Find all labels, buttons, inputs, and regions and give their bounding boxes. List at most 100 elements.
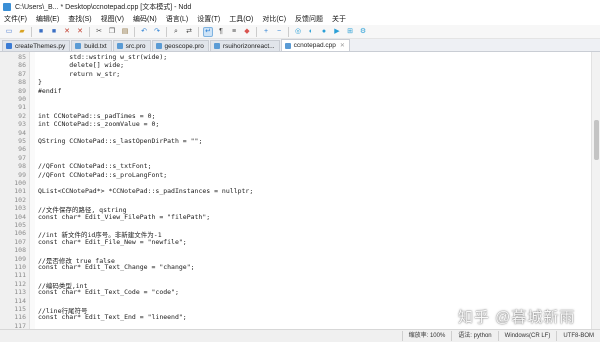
tab-label: rsuihorizonreact... xyxy=(222,42,275,50)
line-number: 102 xyxy=(14,195,26,204)
tab-file[interactable]: build.txt xyxy=(71,40,112,51)
file-icon xyxy=(284,42,291,49)
encoding-icon[interactable]: ⊞ xyxy=(345,27,355,37)
code-line[interactable]: QList<CCNotePad*> *CCNotePad::s_padInsta… xyxy=(38,187,253,195)
menu-item[interactable]: 编码(N) xyxy=(133,14,157,24)
line-number: 116 xyxy=(14,313,26,322)
tab-file[interactable]: src.pro xyxy=(112,40,151,51)
line-number: 91 xyxy=(18,103,26,112)
find-icon[interactable]: ⌕ xyxy=(171,27,181,37)
menu-item[interactable]: 编辑(E) xyxy=(36,14,59,24)
code-editor[interactable]: 85 std::wstring w_str(wide); 86 delete[] … xyxy=(0,52,600,330)
menu-item[interactable]: 文件(F) xyxy=(4,14,27,24)
tab-file[interactable]: createThemes.py xyxy=(2,40,71,51)
tab-label: ccnotepad.cpp xyxy=(293,42,336,49)
zoom-out-icon[interactable]: − xyxy=(274,27,284,37)
title-bar: C:\Users\_B... * Desktop\ccnotepad.cpp [… xyxy=(0,0,600,13)
scrollbar-thumb[interactable] xyxy=(594,120,599,160)
line-number: 87 xyxy=(18,69,26,78)
line-number: 95 xyxy=(18,137,26,145)
status-zoom: 缩放率: 100% xyxy=(401,331,452,341)
code-line[interactable]: const char* Edit_Text_End = "lineend"; xyxy=(38,313,187,321)
line-number: 115 xyxy=(14,305,26,313)
line-number: 107 xyxy=(14,237,26,246)
status-language[interactable]: 语法: python xyxy=(451,331,497,341)
file-icon xyxy=(75,43,82,49)
tab-close-icon[interactable]: ✕ xyxy=(340,42,345,49)
status-line-ending[interactable]: Windows(CR LF) xyxy=(497,331,557,341)
close-all-icon[interactable]: ✕ xyxy=(75,27,85,37)
app-icon xyxy=(3,2,11,11)
code-line[interactable]: const char* Edit_Text_Change = "change"; xyxy=(38,263,195,271)
tab-file[interactable]: rsuihorizonreact... xyxy=(209,40,280,51)
bookmark-icon[interactable]: ◆ xyxy=(242,27,252,37)
tab-file[interactable]: ccnotepad.cpp ✕ xyxy=(280,39,350,51)
paste-icon[interactable]: ▤ xyxy=(120,27,130,37)
wrap-icon[interactable]: ↵ xyxy=(203,26,213,37)
watermark: 知乎 @暮城新雨 xyxy=(458,309,576,326)
sync-scroll-icon[interactable]: ◎ xyxy=(293,27,303,37)
status-encoding[interactable]: UTF8-BOM xyxy=(556,331,600,341)
save-all-icon[interactable]: ■ xyxy=(49,27,59,37)
code-line[interactable]: return w_str; xyxy=(38,70,120,78)
replace-icon[interactable]: ⇄ xyxy=(184,27,194,37)
menu-item[interactable]: 查找(S) xyxy=(68,14,91,24)
code-line[interactable]: //QFont CCNotePad::s_proLangFont; xyxy=(38,171,167,179)
tab-file[interactable]: geoscope.pro xyxy=(151,40,209,51)
code-line[interactable]: const char* Edit_View_FilePath = "filePa… xyxy=(38,213,210,221)
macro-record-icon[interactable]: ● xyxy=(319,27,329,37)
code-line[interactable]: //QFont CCNotePad::s_txtFont; xyxy=(38,162,152,170)
zoom-in-icon[interactable]: + xyxy=(261,27,271,37)
vertical-scrollbar[interactable] xyxy=(591,52,600,329)
menu-item[interactable]: 工具(O) xyxy=(229,14,253,24)
line-number: 103 xyxy=(14,204,26,213)
file-icon xyxy=(155,43,162,49)
menu-item[interactable]: 对比(C) xyxy=(262,14,286,24)
code-line[interactable]: delete[] wide; xyxy=(38,61,124,69)
menu-item[interactable]: 反馈问题 xyxy=(295,14,323,24)
line-number: 90 xyxy=(18,95,26,103)
code-line[interactable]: int CCNotePad::s_zoomValue = 0; xyxy=(38,120,159,128)
toolbar-separator xyxy=(134,26,135,37)
line-number: 108 xyxy=(14,246,26,255)
macro-play-icon[interactable]: ▶ xyxy=(332,27,342,37)
tab-bar: createThemes.py build.txt src.pro geoscope.… xyxy=(0,39,600,52)
compare-icon[interactable]: ◐ xyxy=(306,27,316,37)
line-number: 99 xyxy=(18,170,26,179)
line-number: 89 xyxy=(18,86,26,95)
indent-guide-icon[interactable]: ≡ xyxy=(229,27,239,37)
new-file-icon[interactable]: ▭ xyxy=(4,27,14,37)
undo-icon[interactable]: ↶ xyxy=(139,27,149,37)
line-number: 113 xyxy=(14,288,26,297)
code-line[interactable]: std::wstring w_str(wide); xyxy=(38,53,167,61)
code-line[interactable]: const char* Edit_Text_Code = "code"; xyxy=(38,288,179,296)
file-icon xyxy=(6,43,12,49)
toolbar-separator xyxy=(89,26,90,37)
line-number: 86 xyxy=(18,61,26,70)
settings-icon[interactable]: ⚙ xyxy=(358,27,368,37)
menu-item[interactable]: 关于 xyxy=(332,14,346,24)
close-icon[interactable]: ✕ xyxy=(62,27,72,37)
toolbar-separator xyxy=(256,26,257,37)
show-symbols-icon[interactable]: ¶ xyxy=(216,27,226,37)
line-number: 94 xyxy=(18,128,26,137)
toolbar: ▭ ▰ ■ ■ ✕ ✕ ✂ ❐ ▤ ↶ ↷ ⌕ ⇄ ↵ ¶ ≡ ◆ + − ◎ ◐ ● ▶ ⊞ ⚙ xyxy=(0,25,600,39)
copy-icon[interactable]: ❐ xyxy=(107,27,117,37)
menu-item[interactable]: 语言(L) xyxy=(166,14,189,24)
redo-icon[interactable]: ↷ xyxy=(152,27,162,37)
code-line[interactable]: int CCNotePad::s_padTimes = 0; xyxy=(38,112,155,120)
menu-item[interactable]: 设置(T) xyxy=(197,14,220,24)
save-icon[interactable]: ■ xyxy=(36,27,46,37)
code-line[interactable]: QString CCNotePad::s_lastOpenDirPath = "… xyxy=(38,137,202,145)
fold-margin[interactable] xyxy=(30,52,35,329)
line-number: 93 xyxy=(18,120,26,129)
window-title: C:\Users\_B... * Desktop\ccnotepad.cpp [… xyxy=(15,3,192,11)
menu-item[interactable]: 视图(V) xyxy=(101,14,124,24)
code-line[interactable]: #endif xyxy=(38,87,61,95)
toolbar-separator xyxy=(166,26,167,37)
code-line[interactable]: const char* Edit_File_New = "newfile"; xyxy=(38,238,187,246)
code-line[interactable]: } xyxy=(38,78,42,86)
line-number: 104 xyxy=(14,212,26,221)
cut-icon[interactable]: ✂ xyxy=(94,27,104,37)
open-folder-icon[interactable]: ▰ xyxy=(17,27,27,37)
